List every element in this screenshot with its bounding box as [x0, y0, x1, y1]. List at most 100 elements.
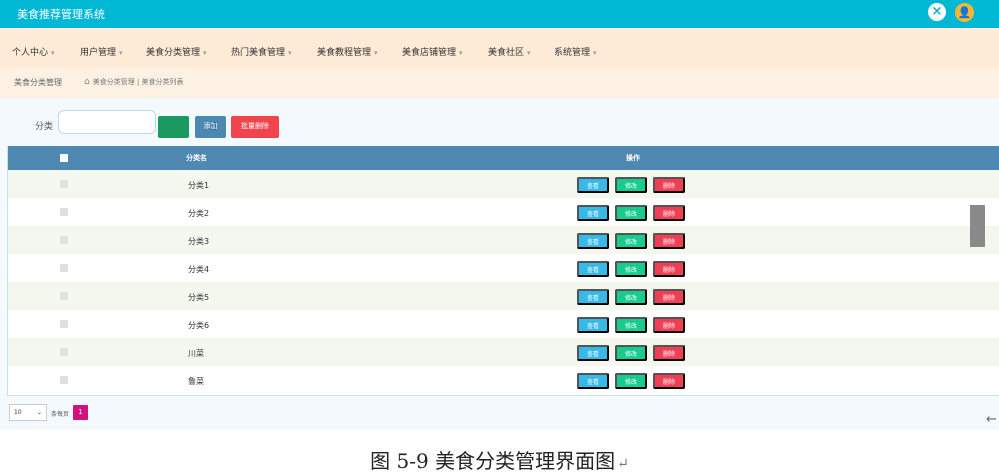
breadcrumb: ⌂ 美食分类管理 | 美食分类列表	[84, 77, 184, 87]
category-name: 分类5	[188, 293, 210, 302]
bulk-delete-button[interactable]: 批量删除	[231, 116, 279, 138]
search-input[interactable]	[58, 110, 156, 134]
figure-caption: 图 5-9 美食分类管理界面图 ↵	[0, 445, 999, 474]
table-row: 分类2 查看 修改 删除	[8, 198, 999, 226]
delete-button[interactable]: 删除	[653, 289, 685, 305]
delete-button[interactable]: 删除	[653, 373, 685, 389]
chevron-down-icon: ▾	[51, 49, 55, 57]
table-row: 川菜 查看 修改 删除	[8, 338, 999, 366]
delete-button[interactable]: 删除	[653, 177, 685, 193]
table-row: 分类4 查看 修改 删除	[8, 254, 999, 282]
delete-button[interactable]: 删除	[653, 317, 685, 333]
nav-item-label: 美食分类管理	[146, 48, 201, 58]
category-table: 分类名 操作 分类1 查看 修改 删除 分类2 查看 修改 删除 分类3 查看 …	[7, 146, 999, 396]
table-row: 分类6 查看 修改 删除	[8, 310, 999, 338]
view-button[interactable]: 查看	[577, 177, 609, 193]
breadcrumb-path: 美食分类管理 | 美食分类列表	[92, 78, 184, 86]
nav-item-food-tutorial-management[interactable]: 美食教程管理 ▾	[317, 45, 378, 58]
nav-item-label: 用户管理	[80, 48, 117, 58]
close-icon[interactable]: ×	[928, 3, 946, 21]
column-header-category-name[interactable]: 分类名	[186, 153, 207, 163]
top-header: 美食推荐管理系统 × 👤	[0, 0, 999, 28]
row-checkbox[interactable]	[60, 292, 68, 300]
edit-button[interactable]: 修改	[615, 177, 647, 193]
page-title: 美食分类管理	[14, 78, 62, 87]
view-button[interactable]: 查看	[577, 373, 609, 389]
caption-text: 图 5-9 美食分类管理界面图	[370, 449, 616, 473]
home-icon[interactable]: ⌂	[84, 77, 90, 87]
nav-item-personal-center[interactable]: 个人中心 ▾	[12, 45, 55, 58]
select-all-checkbox[interactable]	[60, 154, 68, 162]
table-row: 分类3 查看 修改 删除	[8, 226, 999, 254]
edit-button[interactable]: 修改	[615, 373, 647, 389]
row-checkbox[interactable]	[60, 320, 68, 328]
chevron-down-icon: ▾	[593, 49, 597, 57]
delete-button[interactable]: 删除	[653, 233, 685, 249]
search-label: 分类	[35, 122, 54, 132]
edit-button[interactable]: 修改	[615, 261, 647, 277]
nav-item-food-category-management[interactable]: 美食分类管理 ▾	[146, 45, 207, 58]
table-row: 分类5 查看 修改 删除	[8, 282, 999, 310]
chevron-down-icon: ▾	[203, 49, 207, 57]
category-name: 分类4	[188, 265, 210, 274]
column-header-actions: 操作	[626, 154, 640, 162]
row-checkbox[interactable]	[60, 208, 68, 216]
nav-item-label: 个人中心	[12, 48, 49, 58]
chevron-down-icon: ▾	[527, 49, 531, 57]
row-checkbox[interactable]	[60, 236, 68, 244]
paragraph-mark-icon: ↵	[617, 456, 629, 472]
category-name: 川菜	[188, 349, 204, 358]
page-size-value: 10	[14, 409, 22, 416]
category-name: 鲁菜	[188, 377, 204, 386]
category-name: 分类3	[188, 237, 210, 246]
vertical-scrollbar-thumb[interactable]	[970, 205, 985, 247]
chevron-down-icon: ▾	[119, 49, 123, 57]
nav-item-system-management[interactable]: 系统管理 ▾	[554, 45, 597, 58]
page-size-label: 条每页	[51, 411, 70, 418]
category-name: 分类2	[188, 209, 210, 218]
edit-button[interactable]: 修改	[615, 317, 647, 333]
chevron-down-icon: ⌄	[36, 409, 42, 416]
edit-button[interactable]: 修改	[615, 233, 647, 249]
view-button[interactable]: 查看	[577, 289, 609, 305]
row-checkbox[interactable]	[60, 376, 68, 384]
nav-item-label: 美食店铺管理	[402, 48, 457, 58]
view-button[interactable]: 查看	[577, 233, 609, 249]
chevron-down-icon: ▾	[374, 49, 378, 57]
view-button[interactable]: 查看	[577, 205, 609, 221]
nav-item-label: 系统管理	[554, 48, 591, 58]
delete-button[interactable]: 删除	[653, 205, 685, 221]
row-checkbox[interactable]	[60, 264, 68, 272]
chevron-down-icon: ▾	[288, 49, 292, 57]
delete-button[interactable]: 删除	[653, 261, 685, 277]
category-name: 分类6	[188, 321, 210, 330]
arrow-left-icon: ←	[986, 412, 997, 427]
row-checkbox[interactable]	[60, 348, 68, 356]
main-nav: 个人中心 ▾ 用户管理 ▾ 美食分类管理 ▾ 热门美食管理 ▾ 美食教程管理 ▾ 美食店铺…	[0, 29, 999, 69]
pagination: 10 ⌄ 条每页 1	[0, 397, 999, 430]
app-title: 美食推荐管理系统	[17, 8, 105, 21]
view-button[interactable]: 查看	[577, 317, 609, 333]
row-checkbox[interactable]	[60, 180, 68, 188]
category-name: 分类1	[188, 181, 210, 190]
delete-button[interactable]: 删除	[653, 345, 685, 361]
page-number-current[interactable]: 1	[73, 405, 88, 420]
edit-button[interactable]: 修改	[615, 345, 647, 361]
nav-item-food-store-management[interactable]: 美食店铺管理 ▾	[402, 45, 463, 58]
nav-item-popular-food-management[interactable]: 热门美食管理 ▾	[231, 45, 292, 58]
table-row: 鲁菜 查看 修改 删除	[8, 366, 999, 394]
edit-button[interactable]: 修改	[615, 289, 647, 305]
table-row: 分类1 查看 修改 删除	[8, 170, 999, 198]
nav-item-user-management[interactable]: 用户管理 ▾	[80, 45, 123, 58]
nav-item-food-community[interactable]: 美食社区 ▾	[488, 45, 531, 58]
view-button[interactable]: 查看	[577, 261, 609, 277]
edit-button[interactable]: 修改	[615, 205, 647, 221]
user-avatar-icon[interactable]: 👤	[955, 3, 974, 22]
breadcrumb-bar: 美食分类管理 ⌂ 美食分类管理 | 美食分类列表	[0, 69, 999, 98]
nav-item-label: 美食社区	[488, 48, 525, 58]
nav-item-label: 热门美食管理	[231, 48, 286, 58]
page-size-select[interactable]: 10 ⌄	[9, 404, 47, 421]
search-button[interactable]	[158, 116, 189, 138]
table-header: 分类名 操作	[8, 146, 999, 170]
view-button[interactable]: 查看	[577, 345, 609, 361]
